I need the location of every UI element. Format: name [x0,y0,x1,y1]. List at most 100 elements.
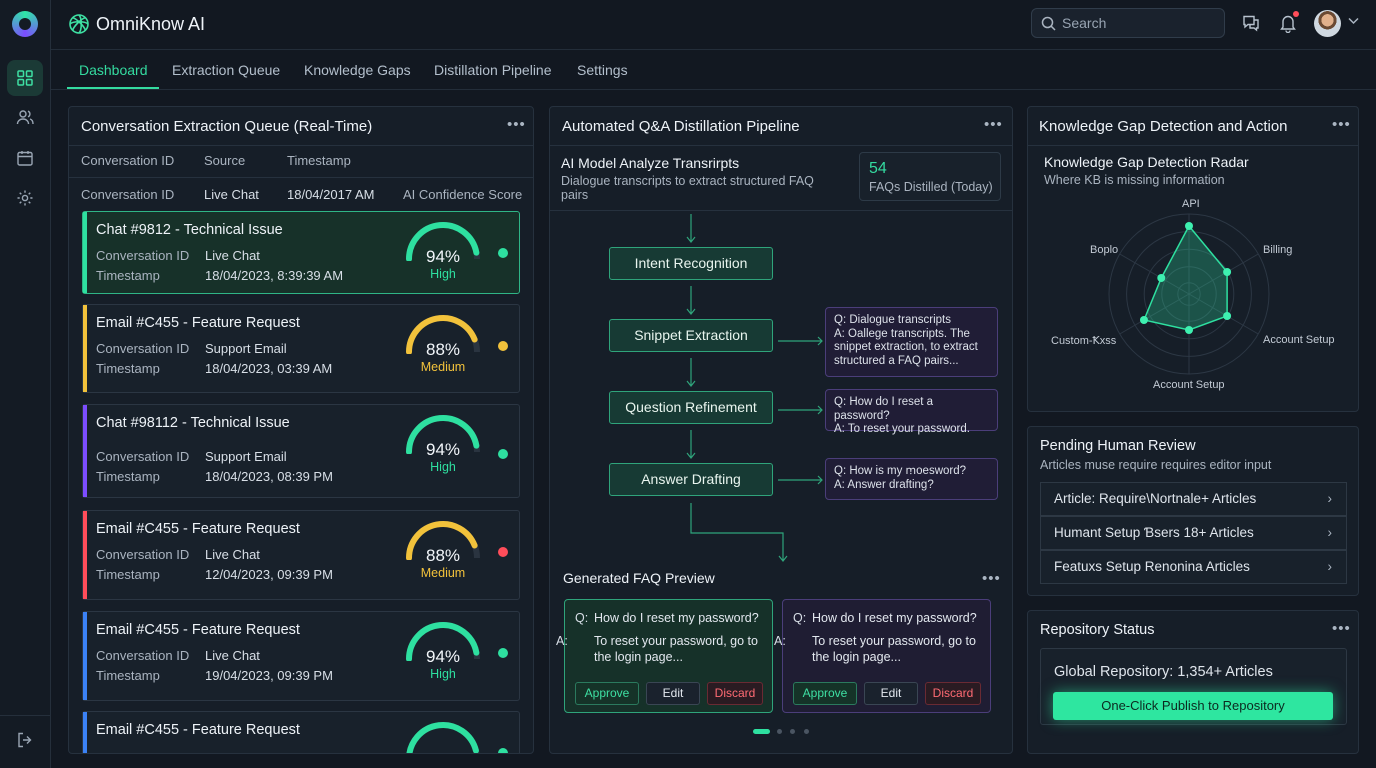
review-item[interactable]: Article: Require\Nortnale+ Articles › [1040,482,1347,516]
queue-card[interactable]: Chat #9812 - Technical Issue Conversatio… [82,211,520,294]
app-logo [12,11,38,37]
queue-title: Conversation Extraction Queue (Real-Time… [81,118,373,135]
confidence-percent: 94% [425,440,461,459]
queue-card-title: Email #C455 - Feature Request [96,722,300,738]
more-icon[interactable]: ••• [507,116,526,133]
status-dot [498,547,508,557]
field-label: Conversation ID [96,648,190,663]
queue-card-title: Chat #9812 - Technical Issue [96,222,283,238]
edit-button[interactable]: Edit [864,682,918,705]
radar-label: Billing [1263,244,1293,256]
radar-point [1185,222,1193,230]
queue-card[interactable]: Email #C455 - Feature Request Conversati… [82,304,520,393]
tab-distillation-pipeline[interactable]: Distillation Pipeline [434,62,552,78]
chevron-right-icon: › [1327,525,1333,540]
approve-button[interactable]: Approve [793,682,857,705]
stage-question-refinement[interactable]: Question Refinement [609,391,773,424]
queue-card[interactable]: Email #C455 - Feature Request Conversati… [82,510,520,600]
nav-users-button[interactable] [7,99,43,135]
confidence-gauge: 94% High [403,414,483,474]
field-value: 12/04/2023, 09:39 PM [205,567,333,582]
chat-icon[interactable] [1241,13,1261,33]
confidence-gauge [403,721,483,753]
pager-dot[interactable] [804,729,809,734]
review-subtitle: Articles muse require requires editor in… [1040,458,1272,472]
confidence-level: Medium [420,566,466,580]
radar-label: Account Setup [1153,379,1225,391]
gauge-fill [406,722,479,753]
knowledge-gap-panel: Knowledge Gap Detection and Action ••• K… [1027,106,1359,412]
queue-card[interactable]: Email #C455 - Feature Request Conversati… [82,611,520,701]
stage-answer-drafting[interactable]: Answer Drafting [609,463,773,496]
chevron-down-icon[interactable] [1348,17,1359,25]
notification-badge [1293,11,1299,17]
pager-dot-active[interactable] [753,729,770,734]
confidence-gauge: 94% High [403,221,483,281]
note-answer: A: To reset your password. [834,423,970,435]
edit-button[interactable]: Edit [646,682,700,705]
status-dot [498,648,508,658]
pager-dot[interactable] [777,729,782,734]
field-value: 19/04/2023, 09:39 PM [205,668,333,683]
radar-point [1157,274,1166,282]
pending-review-panel: Pending Human Review Articles muse requi… [1027,426,1359,596]
field-value: Live Chat [205,648,260,663]
header-row-cell: 18/04/2017 AM [287,187,375,202]
repo-title: Repository Status [1040,622,1155,638]
note-question: Q: How do I reset a password? [834,396,934,422]
pager-dot[interactable] [790,729,795,734]
queue-card[interactable]: Chat #98112 - Technical Issue Conversati… [82,404,520,498]
faq-question: Q: How do I reset my password? [575,611,759,625]
radar-label: Account Setup [1263,334,1335,346]
search-input[interactable]: Search [1031,8,1225,38]
radar-point [1223,312,1232,320]
grid-icon [17,70,33,86]
radar-area [1142,224,1228,331]
field-label: Conversation ID [96,547,190,562]
header-row-cell: Live Chat [204,187,259,202]
review-item[interactable]: Humant Setup Ɓsers 18+ Articles › [1040,516,1347,550]
nav-calendar-button[interactable] [7,140,43,176]
faq-preview-title: Generated FAQ Preview [563,570,715,586]
priority-bar [83,212,87,293]
discard-button[interactable]: Discard [925,682,981,705]
search-placeholder: Search [1062,15,1107,31]
field-label: Timestamp [96,361,160,376]
more-icon[interactable]: ••• [982,570,1001,587]
confidence-percent: 94% [425,647,461,666]
faq-answer: A: To reset your password, go to the logi… [556,634,758,664]
priority-bar [83,511,87,599]
review-item[interactable]: Featuxs Setup Renonina Articles › [1040,550,1347,584]
gauge-arc [406,722,480,753]
faq-card: Q: How do I reset my password? A: To reset… [774,599,991,713]
nav-settings-button[interactable] [7,180,43,216]
tab-knowledge-gaps[interactable]: Knowledge Gaps [304,62,411,78]
confidence-percent: 94% [425,247,461,266]
tab-extraction-queue[interactable]: Extraction Queue [172,62,280,78]
stage-snippet-extraction[interactable]: Snippet Extraction [609,319,773,352]
nav-dashboard-button[interactable] [7,60,43,96]
confidence-percent: 88% [425,546,461,565]
queue-card[interactable]: Email #C455 - Feature Request [82,711,520,753]
faq-question: Q: How do I reset my password? [793,611,977,625]
tab-dashboard[interactable]: Dashboard [79,62,148,78]
approve-button[interactable]: Approve [575,682,639,705]
avatar[interactable] [1314,10,1341,37]
review-title: Pending Human Review [1040,438,1196,454]
stage-intent-recognition[interactable]: Intent Recognition [609,247,773,280]
queue-card-title: Email #C455 - Feature Request [96,521,300,537]
discard-button[interactable]: Discard [707,682,763,705]
field-value: Live Chat [205,547,260,562]
priority-bar [83,305,87,392]
field-value: 18/04/2023, 8:39:39 AM [205,268,344,283]
more-icon[interactable]: ••• [1332,620,1351,637]
publish-button[interactable]: One-Click Publish to Repository [1053,692,1333,720]
search-icon [1041,16,1056,31]
logout-button[interactable] [7,722,43,758]
header-row-cell: AI Confidence Score [403,187,523,202]
radar-point [1185,326,1193,334]
distillation-pipeline-panel: Automated Q&A Distillation Pipeline ••• … [549,106,1013,754]
field-value: Support Email [205,449,287,464]
tab-settings[interactable]: Settings [577,62,628,78]
radar-label: Boplo [1090,244,1119,256]
